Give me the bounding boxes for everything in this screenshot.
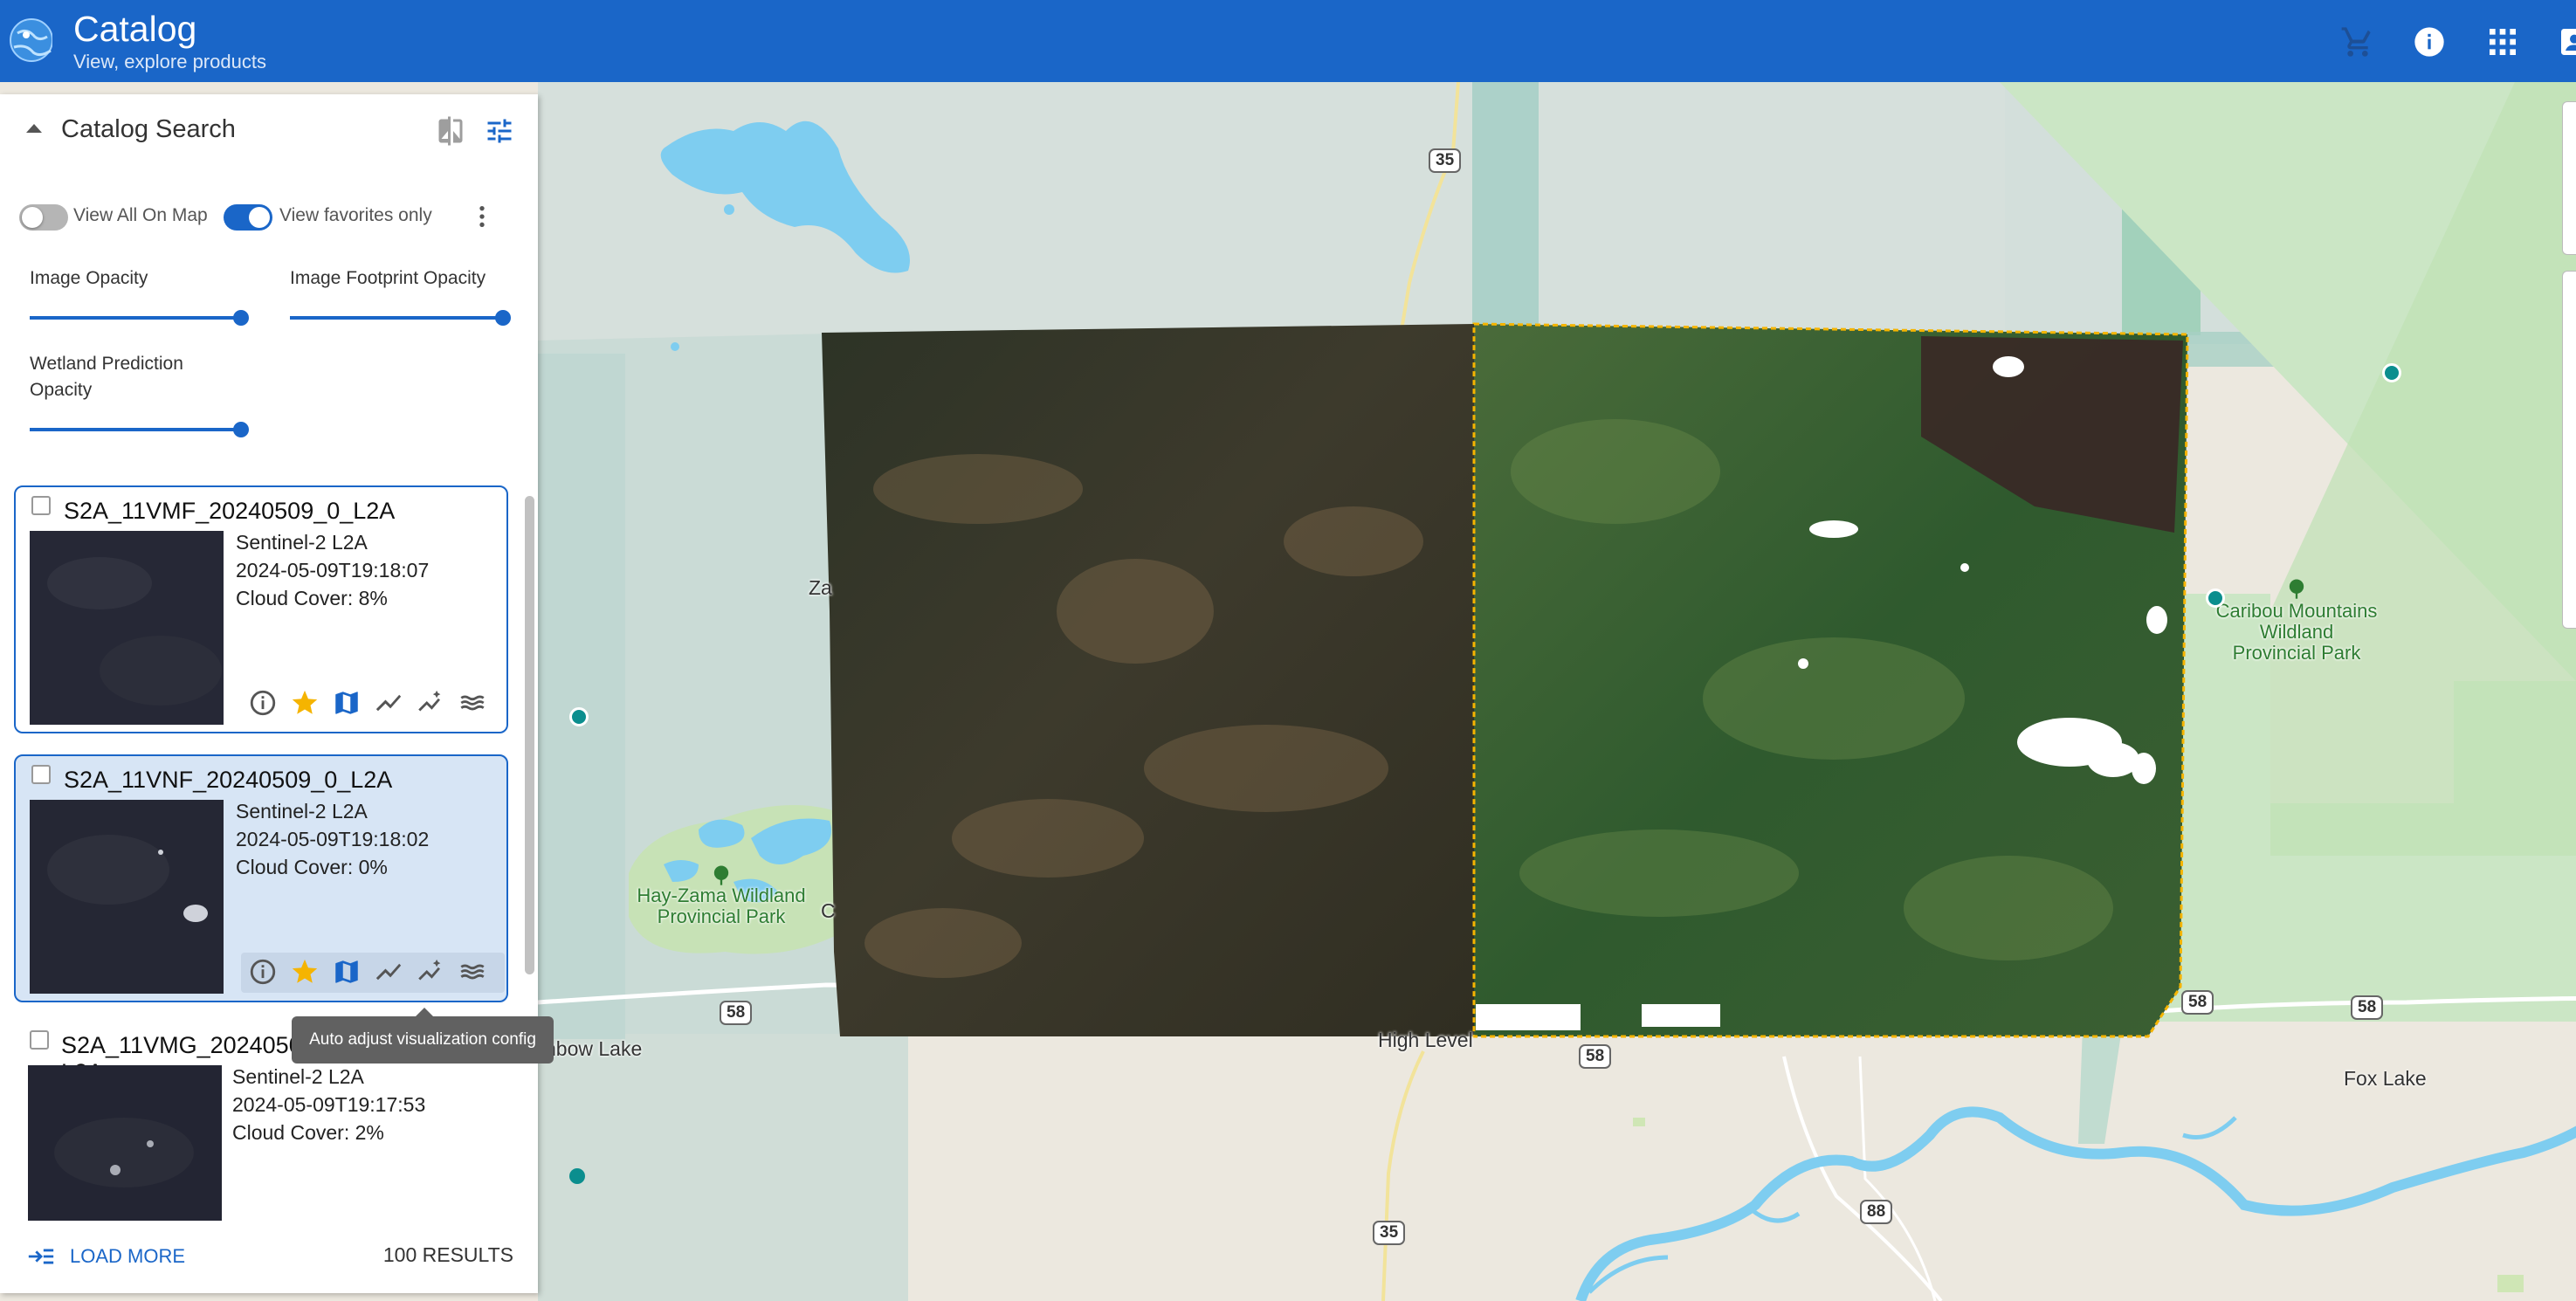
map-marker[interactable] [2382,363,2401,382]
result-name: S2A_11VMF_20240509_0_L2A [64,498,396,524]
view-all-on-map-toggle[interactable] [19,204,68,231]
wetland-layers-icon[interactable] [458,957,487,987]
wetland-opacity-label: Wetland Prediction Opacity [30,354,183,400]
result-cloud-cover: Cloud Cover: 0% [236,856,388,878]
results-list[interactable]: S2A_11VMF_20240509_0_L2A Sentinel-2 L2A … [0,485,538,1294]
results-count: 100 RESULTS [382,1243,513,1266]
highway-88-shield: 88 [1860,1200,1893,1224]
auto-adjust-icon[interactable] [416,688,445,718]
map-marker[interactable] [569,1168,585,1184]
result-datetime: 2024-05-09T19:17:53 [232,1093,426,1116]
slider-thumb[interactable] [495,310,511,326]
info-icon[interactable] [248,957,278,987]
footprint-opacity-slider[interactable] [290,310,511,326]
more-options-icon[interactable] [468,203,496,231]
app-subtitle: View, explore products [73,51,266,72]
view-favorites-only-label: View favorites only [279,205,432,225]
results-scrollbar[interactable] [525,496,534,974]
filter-settings-icon[interactable] [484,115,515,147]
view-all-on-map-label: View All On Map [73,205,208,225]
place-c: C [821,899,836,922]
result-actions [248,688,510,719]
compare-icon[interactable] [435,115,466,147]
result-product-type: Sentinel-2 L2A [232,1065,364,1088]
account-icon[interactable] [2557,24,2576,59]
info-icon[interactable] [2412,24,2447,59]
park-tree-icon [713,865,729,885]
auto-adjust-tooltip: Auto adjust visualization config [292,1008,554,1064]
result-checkbox[interactable] [30,1030,49,1050]
result-cloud-cover: Cloud Cover: 8% [236,587,388,609]
star-icon[interactable] [290,688,320,718]
panel-header: Catalog Search [0,94,538,164]
wetland-opacity-slider[interactable] [30,422,249,437]
map-zoom-controls[interactable] [2562,101,2576,255]
highway-58-shield-east1: 58 [2181,990,2214,1015]
result-cloud-cover: Cloud Cover: 2% [232,1121,384,1144]
view-favorites-only-toggle[interactable] [224,204,272,231]
result-checkbox[interactable] [31,496,51,515]
result-thumbnail[interactable] [30,800,224,994]
star-icon[interactable] [290,957,320,987]
info-icon[interactable] [248,688,278,718]
result-checkbox[interactable] [31,765,51,784]
panel-title: Catalog Search [61,115,236,143]
line-chart-icon[interactable] [374,688,403,718]
wetland-layers-icon[interactable] [458,688,487,718]
place-high-level: High Level [1378,1029,1473,1051]
slider-thumb[interactable] [233,310,249,326]
result-card[interactable]: S2A_11VMF_20240509_0_L2A Sentinel-2 L2A … [14,485,508,733]
globe-logo-icon [10,18,52,62]
toggle-knob [22,207,43,228]
highway-58-shield-west: 58 [720,1001,753,1025]
load-more-label: LOAD MORE [70,1245,186,1267]
place-zama: Za [809,576,832,599]
footprint-opacity-label: Image Footprint Opacity [290,268,486,288]
result-name: S2A_11VNF_20240509_0_L2A [64,767,393,793]
catalog-search-panel: Catalog Search View All On Map View favo… [0,94,538,1293]
highway-35-shield: 35 [1429,148,1462,173]
toggle-knob [249,207,270,228]
park-caribou-mountains-label: Caribou Mountains Wildland Provincial Pa… [2215,600,2378,664]
result-card[interactable]: S2A_11VNF_20240509_0_L2A Sentinel-2 L2A … [14,754,508,1002]
map-marker[interactable] [2206,589,2225,608]
park-tree-icon-caribou [2289,579,2304,599]
apps-grid-icon[interactable] [2485,24,2520,59]
collapse-caret-icon[interactable] [26,124,42,133]
slider-thumb[interactable] [233,422,249,437]
highway-35-shield-south: 35 [1373,1221,1406,1245]
highway-58-shield-east2: 58 [2351,995,2384,1020]
cart-icon[interactable] [2340,24,2375,59]
map-icon[interactable] [332,688,362,718]
place-fox-lake: Fox Lake [2344,1067,2427,1090]
map-icon[interactable] [332,957,362,987]
result-datetime: 2024-05-09T19:18:02 [236,828,430,850]
line-chart-icon[interactable] [374,957,403,987]
panel-footer: LOAD MORE 100 RESULTS [0,1221,538,1293]
highway-58-shield-high-level: 58 [1579,1044,1612,1069]
park-hay-zama-label: Hay-Zama Wildland Provincial Park [637,885,806,927]
image-opacity-label: Image Opacity [30,268,148,288]
app-header: Catalog View, explore products [0,0,2576,82]
result-datetime: 2024-05-09T19:18:07 [236,559,430,582]
map-layer-controls[interactable] [2562,271,2576,629]
app-title: Catalog [73,9,197,49]
image-opacity-slider[interactable] [30,310,249,326]
result-thumbnail[interactable] [30,531,224,725]
result-product-type: Sentinel-2 L2A [236,531,368,554]
result-product-type: Sentinel-2 L2A [236,800,368,823]
place-rainbow-lake: nbow Lake [545,1037,643,1060]
load-more-icon [28,1249,54,1264]
auto-adjust-icon[interactable] [416,957,445,987]
result-actions [248,957,510,988]
map-marker[interactable] [569,707,589,726]
